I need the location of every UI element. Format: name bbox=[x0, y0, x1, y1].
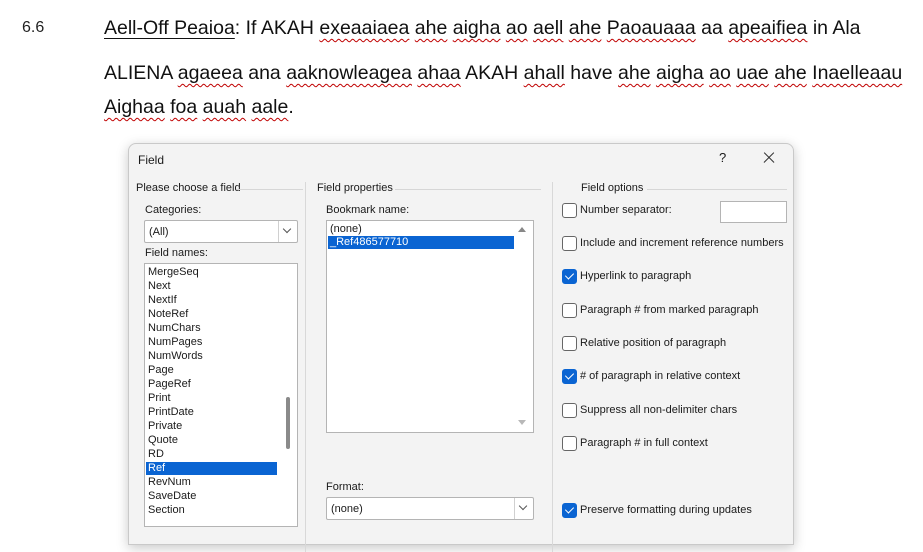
section-heading: Aell-Off Peaioa bbox=[104, 17, 235, 39]
field-names-label: Field names: bbox=[145, 247, 208, 259]
field-name-item[interactable]: Print bbox=[146, 392, 277, 405]
paragraph-from-marked-label[interactable]: Paragraph # from marked paragraph bbox=[580, 304, 759, 316]
hyperlink-to-paragraph-label[interactable]: Hyperlink to paragraph bbox=[580, 270, 691, 282]
field-dialog: Field ? Please choose a field Categories… bbox=[128, 143, 794, 552]
field-name-item[interactable]: Ref bbox=[146, 462, 277, 475]
field-name-item[interactable]: RevNum bbox=[146, 476, 277, 489]
field-names-list[interactable]: MergeSeq Next NextIf NoteRef NumChars NumPage… bbox=[144, 263, 298, 527]
scroll-up-arrow-icon[interactable] bbox=[518, 227, 526, 232]
document-line-1: Aell-Off Peaioa: If AKAH exeaaiaea ahe a… bbox=[104, 17, 861, 39]
chevron-down-icon[interactable] bbox=[278, 221, 297, 242]
right-group-heading: Field options bbox=[581, 182, 644, 194]
left-group-rule bbox=[237, 189, 303, 190]
number-separator-checkbox[interactable] bbox=[562, 203, 577, 218]
bookmark-name-label: Bookmark name: bbox=[326, 204, 410, 216]
middle-group-heading: Field properties bbox=[317, 182, 393, 194]
field-name-item[interactable]: NumPages bbox=[146, 336, 277, 349]
number-separator-label[interactable]: Number separator: bbox=[580, 204, 672, 216]
paragraph-full-context-checkbox[interactable] bbox=[562, 436, 577, 451]
right-separator bbox=[552, 182, 553, 552]
field-name-item[interactable]: NoteRef bbox=[146, 308, 277, 321]
left-separator bbox=[305, 182, 306, 552]
field-name-item[interactable]: PrintDate bbox=[146, 406, 277, 419]
field-name-item[interactable]: PageRef bbox=[146, 378, 277, 391]
categories-label: Categories: bbox=[145, 204, 202, 216]
paragraph-full-context-label[interactable]: Paragraph # in full context bbox=[580, 437, 708, 449]
categories-value: (All) bbox=[149, 226, 169, 238]
format-label: Format: bbox=[326, 481, 364, 493]
scroll-down-arrow-icon[interactable] bbox=[518, 420, 526, 425]
chevron-down-icon[interactable] bbox=[514, 498, 533, 519]
field-name-item[interactable]: Page bbox=[146, 364, 277, 377]
bookmark-item[interactable]: (none) bbox=[328, 223, 514, 236]
format-value: (none) bbox=[331, 503, 363, 515]
left-group-heading: Please choose a field bbox=[136, 182, 241, 194]
document-body: 6.6 Aell-Off Peaioa: If AKAH exeaaiaea a… bbox=[0, 0, 923, 140]
dialog-titlebar[interactable]: Field ? bbox=[129, 144, 793, 174]
relative-position-checkbox[interactable] bbox=[562, 336, 577, 351]
suppress-non-delimiter-label[interactable]: Suppress all non-delimiter chars bbox=[580, 404, 737, 416]
hyperlink-to-paragraph-checkbox[interactable] bbox=[562, 269, 577, 284]
preserve-formatting-checkbox[interactable] bbox=[562, 503, 577, 518]
field-name-item[interactable]: Quote bbox=[146, 434, 277, 447]
paragraph-relative-context-label[interactable]: # of paragraph in relative context bbox=[580, 370, 740, 382]
categories-dropdown[interactable]: (All) bbox=[144, 220, 298, 243]
section-number: 6.6 bbox=[22, 19, 45, 36]
bookmark-list[interactable]: (none) _Ref486577710 bbox=[326, 220, 534, 433]
right-group-rule bbox=[647, 189, 787, 190]
document-line-2: ALIENA agaeea ana aaknowleagea ahaa AKAH… bbox=[104, 62, 903, 84]
dialog-title: Field bbox=[138, 153, 165, 167]
field-names-scrollbar-thumb[interactable] bbox=[286, 397, 290, 449]
field-name-item[interactable]: NumChars bbox=[146, 322, 277, 335]
field-name-item[interactable]: NextIf bbox=[146, 294, 277, 307]
include-increment-ref-checkbox[interactable] bbox=[562, 236, 577, 251]
preserve-formatting-label[interactable]: Preserve formatting during updates bbox=[580, 504, 752, 516]
format-dropdown[interactable]: (none) bbox=[326, 497, 534, 520]
close-icon[interactable] bbox=[760, 148, 780, 168]
field-name-item[interactable]: NumWords bbox=[146, 350, 277, 363]
paragraph-relative-context-checkbox[interactable] bbox=[562, 369, 577, 384]
bookmark-item[interactable]: _Ref486577710 bbox=[328, 236, 514, 249]
middle-group-rule bbox=[395, 189, 541, 190]
suppress-non-delimiter-checkbox[interactable] bbox=[562, 403, 577, 418]
field-name-item[interactable]: SaveDate bbox=[146, 490, 277, 503]
field-name-item[interactable]: RD bbox=[146, 448, 277, 461]
field-name-item[interactable]: MergeSeq bbox=[146, 266, 277, 279]
field-name-item[interactable]: Private bbox=[146, 420, 277, 433]
include-increment-ref-label[interactable]: Include and increment reference numbers bbox=[580, 237, 784, 249]
help-button[interactable]: ? bbox=[719, 150, 731, 166]
paragraph-from-marked-checkbox[interactable] bbox=[562, 303, 577, 318]
number-separator-input[interactable] bbox=[720, 201, 787, 223]
document-line-3: Aighaa foa auah aale. bbox=[104, 96, 294, 118]
field-name-item[interactable]: Next bbox=[146, 280, 277, 293]
relative-position-label[interactable]: Relative position of paragraph bbox=[580, 337, 726, 349]
field-name-item[interactable]: Section bbox=[146, 504, 277, 517]
